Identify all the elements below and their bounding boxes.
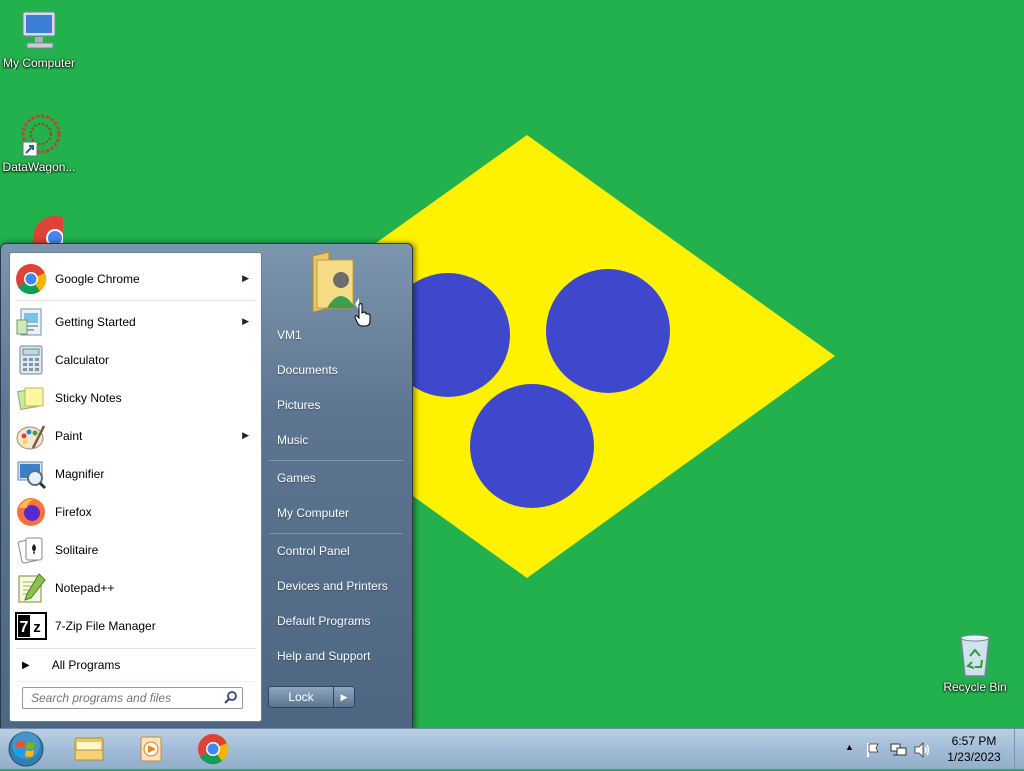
- shutdown-control: Lock ▶: [268, 686, 356, 708]
- action-center-flag-icon[interactable]: [865, 742, 881, 758]
- shutdown-options-button[interactable]: ▶: [334, 686, 355, 708]
- program-firefox[interactable]: Firefox: [12, 494, 259, 530]
- submenu-arrow-icon: ▶: [242, 316, 249, 326]
- windows-logo-icon: [8, 731, 44, 767]
- network-icon[interactable]: [890, 742, 908, 758]
- program-separator: [16, 648, 256, 649]
- program-7zip[interactable]: 7 z 7-Zip File Manager: [12, 608, 259, 644]
- link-my-computer[interactable]: My Computer: [277, 506, 349, 520]
- taskbar-windows-explorer[interactable]: [64, 731, 114, 767]
- desktop-icon-label: Recycle Bin: [943, 680, 1007, 694]
- taskbar: ▲ 6:57 PM 1/23/2023: [0, 728, 1024, 769]
- all-programs-label: All Programs: [51, 658, 121, 672]
- program-sticky-notes[interactable]: Sticky Notes: [12, 380, 259, 416]
- link-pictures[interactable]: Pictures: [277, 398, 320, 412]
- program-label: Magnifier: [55, 467, 105, 481]
- getting-started-icon: [15, 306, 47, 338]
- desktop-icon-datawagon[interactable]: DataWagon...: [0, 112, 78, 174]
- desktop-icon-label: DataWagon...: [2, 160, 76, 174]
- svg-text:z: z: [33, 619, 41, 636]
- search-input[interactable]: [29, 690, 223, 706]
- svg-text:7: 7: [20, 619, 29, 636]
- chrome-icon: [15, 263, 47, 295]
- link-help-and-support[interactable]: Help and Support: [277, 649, 370, 663]
- computer-icon: [22, 11, 56, 49]
- clock-date: 1/23/2023: [947, 750, 1001, 764]
- start-button[interactable]: [6, 730, 46, 768]
- sticky-notes-icon: [15, 382, 47, 414]
- submenu-arrow-icon: ▶: [242, 273, 249, 283]
- link-user-vm1[interactable]: VM1: [277, 328, 302, 342]
- all-programs-button[interactable]: ▶ All Programs: [12, 651, 259, 679]
- program-label: Calculator: [55, 353, 110, 367]
- lock-button[interactable]: Lock: [268, 686, 334, 708]
- program-label: 7-Zip File Manager: [55, 619, 156, 633]
- link-games[interactable]: Games: [277, 471, 316, 485]
- search-icon[interactable]: [224, 690, 238, 707]
- program-label: Solitaire: [55, 543, 99, 557]
- paint-icon: [15, 420, 47, 452]
- program-getting-started[interactable]: Getting Started ▶: [12, 304, 259, 340]
- desktop-icon-my-computer[interactable]: My Computer: [0, 10, 78, 70]
- clock-time: 6:57 PM: [951, 734, 997, 748]
- program-separator: [16, 300, 256, 301]
- program-magnifier[interactable]: Magnifier: [12, 456, 259, 492]
- submenu-arrow-icon: ▶: [242, 430, 249, 440]
- program-label: Firefox: [55, 505, 92, 519]
- calculator-icon: [15, 344, 47, 376]
- system-clock[interactable]: 6:57 PM 1/23/2023: [936, 733, 1012, 765]
- volume-icon[interactable]: [914, 742, 932, 758]
- recycle-bin-icon: [960, 634, 990, 677]
- program-label: Getting Started: [55, 315, 136, 329]
- show-hidden-icons-icon[interactable]: ▲: [845, 742, 854, 752]
- program-google-chrome[interactable]: Google Chrome ▶: [12, 261, 259, 297]
- 7zip-icon: 7 z: [15, 610, 47, 642]
- solitaire-icon: [15, 534, 47, 566]
- program-label: Sticky Notes: [55, 391, 122, 405]
- media-player-icon: [140, 736, 162, 762]
- chrome-icon: [198, 734, 229, 765]
- arrow-right-icon: ▶: [22, 659, 30, 671]
- start-menu-programs-pane: Google Chrome ▶ Getting Started ▶ Calcul…: [9, 252, 262, 722]
- start-menu: Google Chrome ▶ Getting Started ▶ Calcul…: [0, 243, 413, 730]
- desktop-icon-recycle-bin[interactable]: Recycle Bin: [936, 632, 1014, 694]
- program-label: Notepad++: [55, 581, 115, 595]
- program-notepadpp[interactable]: Notepad++: [12, 570, 259, 606]
- link-documents[interactable]: Documents: [277, 363, 338, 377]
- desktop-icon-chrome[interactable]: [0, 214, 78, 244]
- taskbar-chrome[interactable]: [188, 731, 238, 767]
- show-desktop-button[interactable]: [1014, 729, 1024, 769]
- program-label: Google Chrome: [55, 272, 140, 286]
- start-menu-links-pane: VM1 Documents Pictures Music Games My Co…: [263, 244, 412, 729]
- links-separator: [269, 460, 403, 461]
- taskbar-media-player[interactable]: [126, 731, 176, 767]
- program-paint[interactable]: Paint ▶: [12, 418, 259, 454]
- program-solitaire[interactable]: Solitaire: [12, 532, 259, 568]
- search-separator: [16, 681, 256, 682]
- links-separator: [269, 533, 403, 534]
- program-calculator[interactable]: Calculator: [12, 342, 259, 378]
- hand-cursor-icon: [354, 303, 371, 327]
- link-default-programs[interactable]: Default Programs: [277, 614, 370, 628]
- search-box[interactable]: [22, 687, 243, 709]
- program-label: Paint: [55, 429, 83, 443]
- desktop-icon-label: My Computer: [2, 56, 76, 70]
- windows-explorer-icon: [74, 737, 104, 761]
- datawagon-shortcut-icon: [21, 114, 61, 157]
- link-music[interactable]: Music: [277, 433, 308, 447]
- chrome-icon: [33, 216, 63, 244]
- magnifier-icon: [15, 458, 47, 490]
- link-control-panel[interactable]: Control Panel: [277, 544, 350, 558]
- link-devices-and-printers[interactable]: Devices and Printers: [277, 579, 388, 593]
- firefox-icon: [15, 496, 47, 528]
- notepadpp-icon: [15, 572, 47, 604]
